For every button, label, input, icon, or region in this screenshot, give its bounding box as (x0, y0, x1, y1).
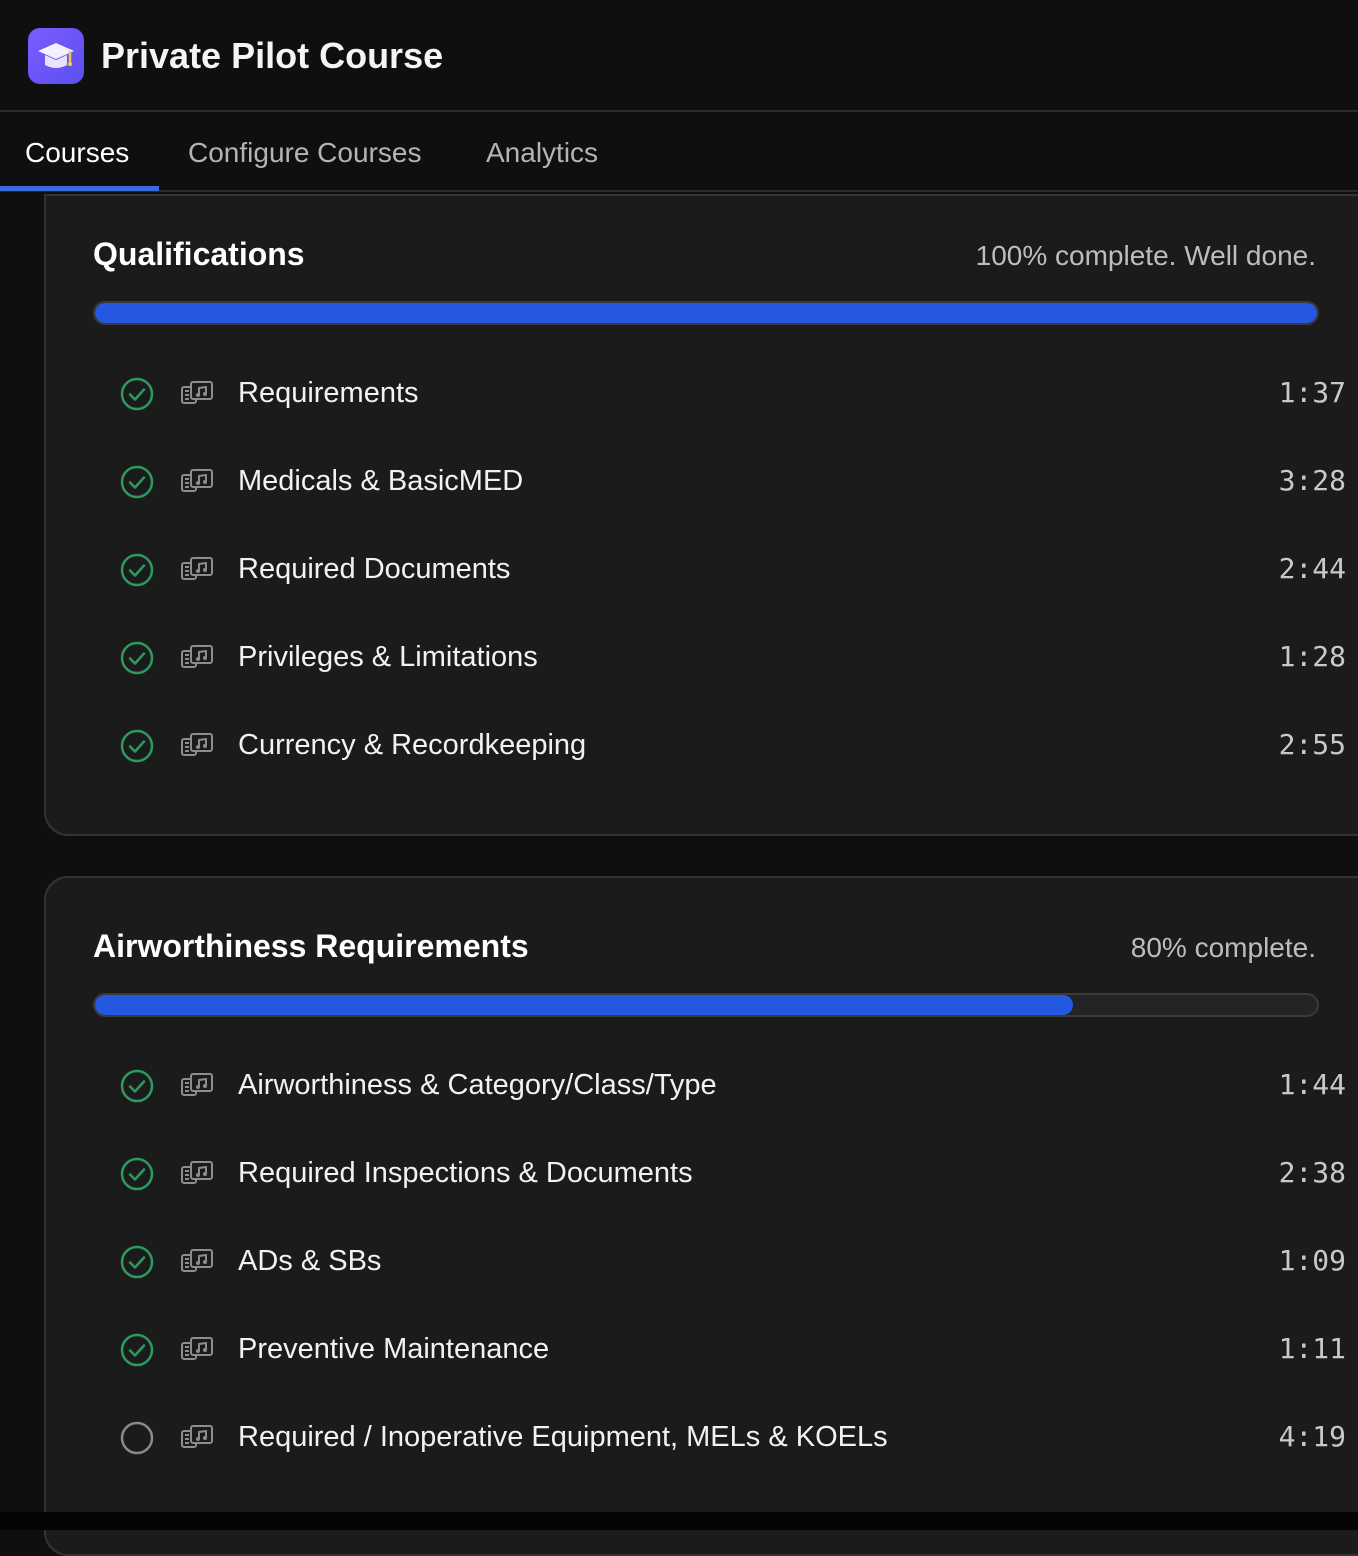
lesson-title: Currency & Recordkeeping (238, 729, 587, 761)
check-circle-icon (120, 553, 154, 587)
tab-analytics[interactable]: Analytics (486, 112, 598, 192)
lesson-duration: 2:38 (1278, 1156, 1346, 1189)
graduation-cap-icon (28, 28, 84, 84)
check-circle-icon (120, 641, 154, 675)
lesson-duration: 4:19 (1278, 1420, 1346, 1453)
app-header: Private Pilot Course (0, 0, 1358, 112)
check-circle-icon (120, 1333, 154, 1367)
tab-bar: Courses Configure Courses Analytics (0, 112, 1358, 192)
lesson-row[interactable]: Privileges & Limitations 1:28 (120, 627, 1346, 687)
lesson-row[interactable]: Currency & Recordkeeping 2:55 (120, 715, 1346, 775)
lesson-title: ADs & SBs (238, 1245, 382, 1277)
lesson-title: Required / Inoperative Equipment, MELs &… (238, 1421, 888, 1453)
bottom-edge (0, 1512, 1358, 1530)
lesson-duration: 2:55 (1278, 728, 1346, 761)
tab-courses[interactable]: Courses (25, 112, 129, 192)
check-circle-icon (120, 729, 154, 763)
lesson-title: Airworthiness & Category/Class/Type (238, 1069, 717, 1101)
section-title: Qualifications (93, 236, 305, 272)
check-circle-icon (120, 1157, 154, 1191)
section-card-airworthiness: Airworthiness Requirements 80% complete.… (44, 876, 1358, 1556)
section-progress-text: 80% complete. (1130, 932, 1316, 963)
audio-video-icon (180, 379, 214, 409)
lesson-duration: 1:37 (1278, 376, 1346, 409)
check-circle-icon (120, 377, 154, 411)
section-title: Airworthiness Requirements (93, 928, 529, 964)
audio-video-icon (180, 1247, 214, 1277)
progress-bar (93, 301, 1319, 325)
lesson-duration: 1:11 (1278, 1332, 1346, 1365)
lesson-row[interactable]: Preventive Maintenance 1:11 (120, 1319, 1346, 1379)
lesson-title: Preventive Maintenance (238, 1333, 550, 1365)
audio-video-icon (180, 1423, 214, 1453)
app-title: Private Pilot Course (101, 35, 444, 76)
audio-video-icon (180, 731, 214, 761)
lesson-title: Required Documents (238, 553, 511, 585)
lesson-title: Required Inspections & Documents (238, 1157, 693, 1189)
lesson-duration: 2:44 (1278, 552, 1346, 585)
section-progress-text: 100% complete. Well done. (975, 240, 1316, 271)
lesson-row[interactable]: Medicals & BasicMED 3:28 (120, 451, 1346, 511)
audio-video-icon (180, 643, 214, 673)
section-card-qualifications: Qualifications 100% complete. Well done.… (44, 194, 1358, 836)
active-tab-indicator (0, 186, 159, 191)
progress-bar-fill (95, 303, 1317, 323)
audio-video-icon (180, 1159, 214, 1189)
lesson-row[interactable]: Required Documents 2:44 (120, 539, 1346, 599)
audio-video-icon (180, 1071, 214, 1101)
lesson-duration: 1:44 (1278, 1068, 1346, 1101)
check-circle-icon (120, 1069, 154, 1103)
lesson-row[interactable]: Requirements 1:37 (120, 363, 1346, 423)
lesson-duration: 3:28 (1278, 464, 1346, 497)
tab-configure-courses[interactable]: Configure Courses (188, 112, 421, 192)
progress-bar-fill (95, 995, 1073, 1015)
check-circle-icon (120, 465, 154, 499)
lesson-row[interactable]: ADs & SBs 1:09 (120, 1231, 1346, 1291)
lesson-title: Medicals & BasicMED (238, 465, 524, 497)
lesson-row[interactable]: Airworthiness & Category/Class/Type 1:44 (120, 1055, 1346, 1115)
lesson-duration: 1:28 (1278, 640, 1346, 673)
audio-video-icon (180, 555, 214, 585)
audio-video-icon (180, 467, 214, 497)
empty-circle-icon (120, 1421, 154, 1455)
lesson-duration: 1:09 (1278, 1244, 1346, 1277)
lesson-title: Privileges & Limitations (238, 641, 538, 673)
check-circle-icon (120, 1245, 154, 1279)
progress-bar (93, 993, 1319, 1017)
lesson-row[interactable]: Required Inspections & Documents 2:38 (120, 1143, 1346, 1203)
lesson-title: Requirements (238, 377, 419, 409)
audio-video-icon (180, 1335, 214, 1365)
lesson-row[interactable]: Required / Inoperative Equipment, MELs &… (120, 1407, 1346, 1467)
